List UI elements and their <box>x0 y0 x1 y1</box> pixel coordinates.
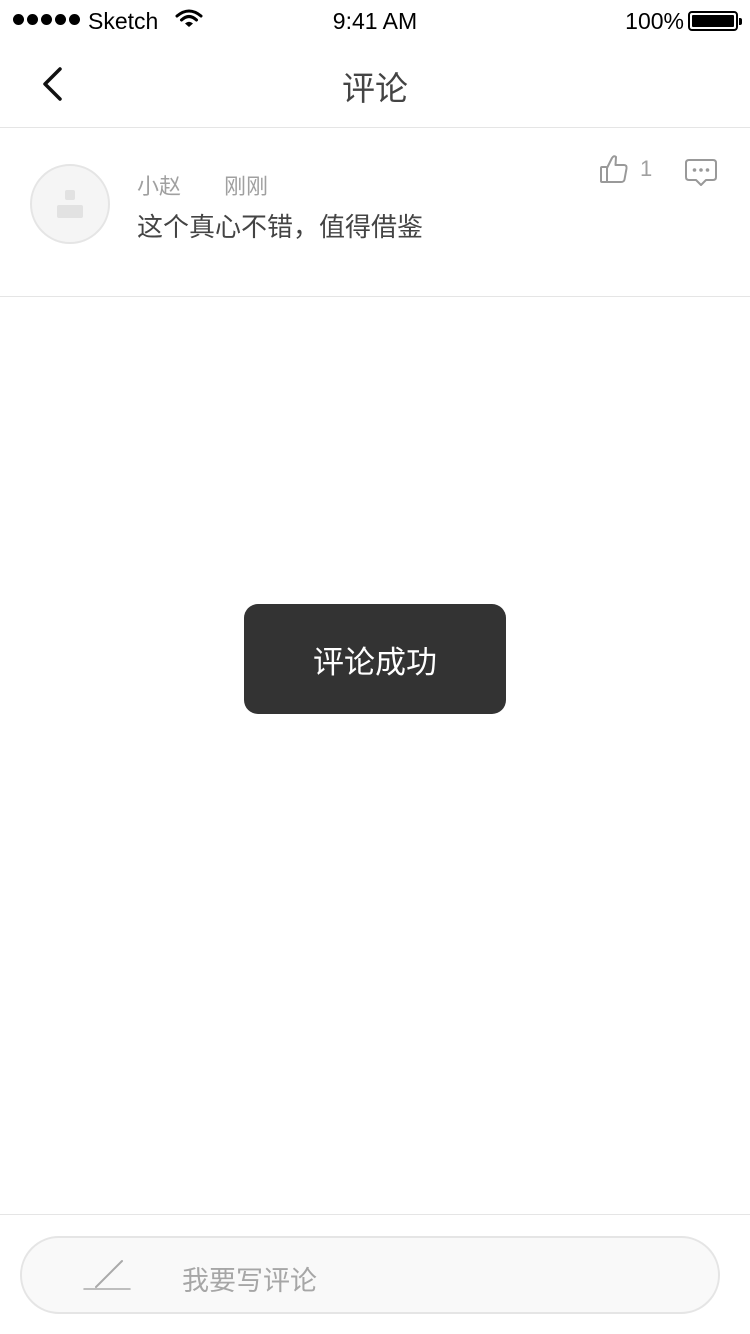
success-toast: 评论成功 <box>244 604 506 714</box>
comment-author[interactable]: 小赵 <box>137 169 181 201</box>
avatar-person-body <box>57 205 83 218</box>
navigation-bar: 评论 <box>0 40 750 128</box>
battery-icon <box>688 11 742 31</box>
comment-text: 这个真心不错，值得借鉴 <box>137 213 424 243</box>
like-button[interactable]: 1 <box>598 153 652 185</box>
comment-input-placeholder: 我要写评论 <box>182 1266 317 1297</box>
bottom-bar: 我要写评论 <box>0 1214 750 1334</box>
page-title: 评论 <box>342 69 408 108</box>
comment-timestamp: 刚刚 <box>224 175 269 200</box>
comment-input[interactable]: 我要写评论 <box>20 1236 720 1314</box>
toast-message: 评论成功 <box>313 644 437 681</box>
pen-icon <box>83 1260 131 1290</box>
page: Sketch 9:41 AM 100% 评论 小赵 刚刚 这个真心不错，值得借鉴 <box>0 0 750 1334</box>
speech-bubble-icon <box>685 159 717 186</box>
reply-button[interactable] <box>684 157 718 193</box>
comment-item: 小赵 刚刚 这个真心不错，值得借鉴 1 <box>0 129 750 297</box>
avatar-person-icon <box>65 190 75 200</box>
battery-percentage: 100% <box>625 8 684 34</box>
status-bar: Sketch 9:41 AM 100% <box>0 0 750 40</box>
thumbs-up-icon <box>600 155 628 183</box>
avatar[interactable] <box>30 164 110 244</box>
like-count: 1 <box>640 156 653 181</box>
